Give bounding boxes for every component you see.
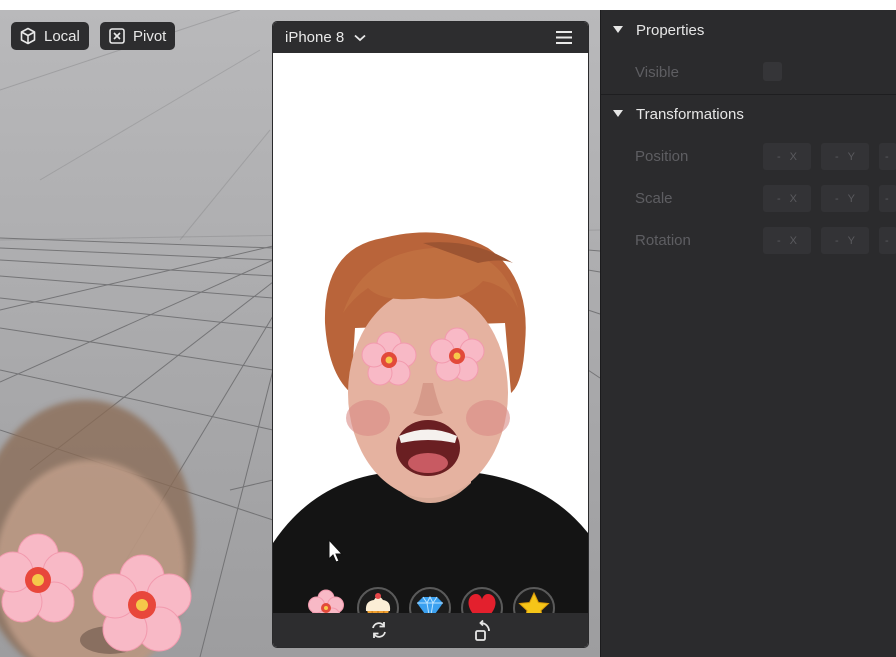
position-y-field[interactable]: - Y [821, 143, 869, 170]
effect-heart[interactable] [461, 587, 503, 613]
pivot-label: Pivot [133, 27, 167, 45]
caret-down-icon [613, 26, 623, 33]
pivot-button[interactable]: Pivot [100, 22, 176, 50]
refresh-icon[interactable] [369, 620, 389, 640]
caret-down-icon [613, 110, 623, 117]
camera-preview [273, 53, 588, 613]
properties-section-header[interactable]: Properties [601, 11, 896, 49]
rotate-device-icon[interactable] [473, 620, 493, 642]
face-with-effect-preview [273, 232, 588, 613]
effect-diamond[interactable] [409, 587, 451, 613]
scale-y-field[interactable]: - Y [821, 185, 869, 212]
cube-icon [20, 27, 36, 45]
properties-title: Properties [636, 21, 705, 39]
local-label: Local [44, 27, 80, 45]
simulator-toolbar: iPhone 8 [273, 22, 588, 53]
position-x-field[interactable]: - X [763, 143, 811, 170]
cherry-blossom-icon [308, 589, 344, 613]
device-simulator: iPhone 8 [273, 22, 588, 647]
cupcake-icon [365, 593, 391, 613]
rotation-z-field[interactable]: - [879, 227, 896, 254]
inspector-panel: Properties Visible Transformations Posit… [600, 10, 896, 657]
transformations-section-header[interactable]: Transformations [601, 95, 896, 133]
chevron-down-icon [354, 34, 366, 41]
simulator-footer [273, 613, 588, 647]
device-dropdown[interactable]: iPhone 8 [285, 29, 366, 46]
diamond-icon [417, 595, 443, 613]
heart-icon [468, 594, 496, 613]
hamburger-menu-icon[interactable] [556, 31, 572, 44]
visible-checkbox[interactable] [763, 62, 782, 81]
position-label: Position [635, 148, 689, 165]
effect-flower[interactable] [305, 587, 347, 613]
scale-x-field[interactable]: - X [763, 185, 811, 212]
rotation-x-field[interactable]: - X [763, 227, 811, 254]
background-face-preview [0, 400, 195, 657]
device-label: iPhone 8 [285, 29, 345, 46]
close-box-icon [109, 28, 125, 44]
rotation-y-field[interactable]: - Y [821, 227, 869, 254]
star-icon [518, 591, 550, 613]
scale-z-field[interactable]: - [879, 185, 896, 212]
scale-label: Scale [635, 190, 673, 207]
visible-label: Visible [635, 64, 679, 81]
rotation-label: Rotation [635, 232, 691, 249]
transformations-title: Transformations [636, 105, 744, 123]
local-button[interactable]: Local [11, 22, 89, 50]
position-z-field[interactable]: - [879, 143, 896, 170]
effects-picker [273, 583, 588, 613]
effect-star[interactable] [513, 587, 555, 613]
effect-cupcake[interactable] [357, 587, 399, 613]
